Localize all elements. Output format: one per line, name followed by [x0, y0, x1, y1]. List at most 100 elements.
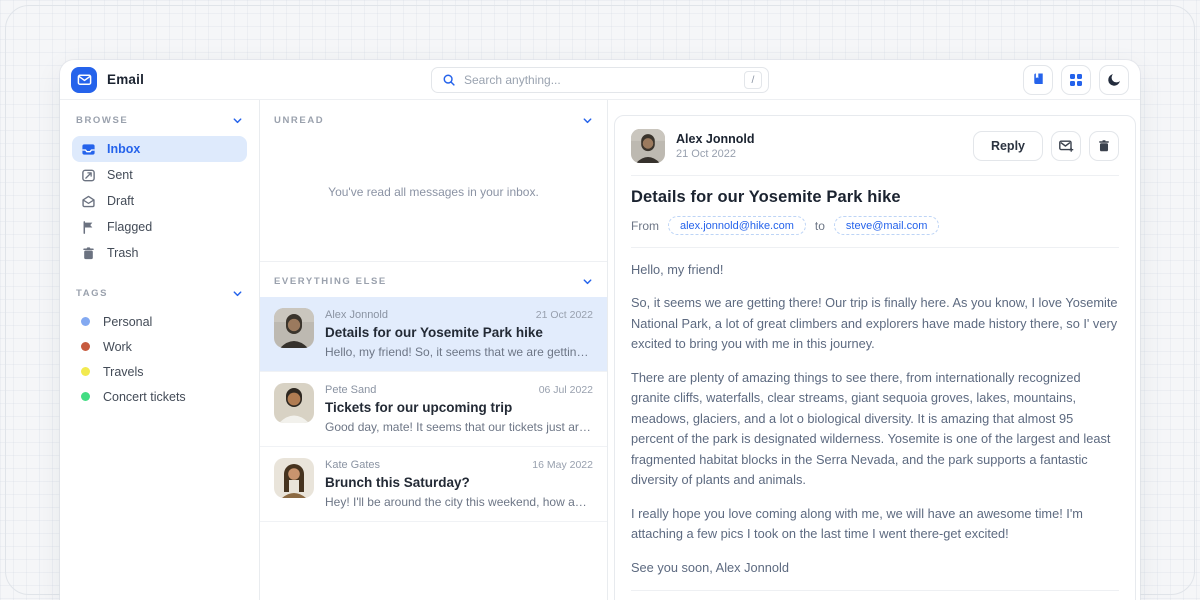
email-sender: Alex Jonnold — [325, 309, 388, 321]
tag-item-concert-tickets[interactable]: Concert tickets — [72, 384, 247, 409]
sidebar-item-label: Draft — [107, 194, 134, 208]
to-label: to — [815, 219, 825, 233]
sidebar-item-label: Sent — [107, 168, 133, 182]
tag-label: Work — [103, 340, 132, 354]
body-paragraph: Hello, my friend! — [631, 260, 1119, 280]
detail-date: 21 Oct 2022 — [676, 148, 973, 160]
avatar — [274, 458, 314, 498]
chevron-down-icon[interactable] — [232, 288, 243, 299]
divider — [631, 590, 1119, 591]
apps-button[interactable] — [1061, 65, 1091, 95]
search-input-container[interactable]: / — [431, 67, 769, 93]
book-icon — [1031, 72, 1046, 87]
email-row-body: Alex Jonnold 21 Oct 2022 Details for our… — [325, 308, 593, 359]
email-row-body: Pete Sand 06 Jul 2022 Tickets for our up… — [325, 383, 593, 434]
top-bar: Email / — [60, 60, 1140, 100]
unread-empty-message: You've read all messages in your inbox. — [260, 126, 607, 261]
page-background: Email / — [0, 0, 1200, 600]
email-sender: Kate Gates — [325, 459, 380, 471]
avatar — [274, 383, 314, 423]
tag-label: Concert tickets — [103, 390, 186, 404]
trash-icon — [1097, 139, 1111, 153]
header-actions — [939, 65, 1129, 95]
from-email-pill[interactable]: alex.jonnold@hike.com — [668, 216, 806, 235]
email-preview: Hey! I'll be around the city this weeken… — [325, 495, 593, 509]
tag-item-work[interactable]: Work — [72, 334, 247, 359]
mark-unread-button[interactable] — [1051, 131, 1081, 161]
detail-header: Alex Jonnold 21 Oct 2022 Reply — [631, 129, 1119, 163]
sidebar-item-label: Trash — [107, 246, 139, 260]
search-icon — [442, 73, 456, 87]
email-date: 16 May 2022 — [532, 459, 593, 471]
chevron-down-icon[interactable] — [582, 276, 593, 287]
trash-icon — [81, 246, 96, 261]
tags-section-header[interactable]: TAGS — [72, 288, 247, 299]
message-list-column: UNREAD You've read all messages in your … — [260, 100, 608, 600]
draft-icon — [81, 194, 96, 209]
body-paragraph: I really hope you love coming along with… — [631, 504, 1119, 545]
tags-group: TAGS Personal Work Travels — [72, 288, 247, 409]
email-app-window: Email / — [60, 60, 1140, 600]
everything-else-section-header[interactable]: EVERYTHING ELSE — [260, 262, 607, 297]
envelope-icon — [1058, 138, 1074, 154]
detail-sender-block: Alex Jonnold 21 Oct 2022 — [676, 132, 973, 160]
sidebar-item-label: Flagged — [107, 220, 152, 234]
to-email-pill[interactable]: steve@mail.com — [834, 216, 939, 235]
tag-item-travels[interactable]: Travels — [72, 359, 247, 384]
chevron-down-icon[interactable] — [232, 115, 243, 126]
from-label: From — [631, 219, 659, 233]
email-row-body: Kate Gates 16 May 2022 Brunch this Satur… — [325, 458, 593, 509]
delete-email-button[interactable] — [1089, 131, 1119, 161]
detail-actions: Reply — [973, 131, 1119, 161]
body-paragraph: There are plenty of amazing things to se… — [631, 368, 1119, 491]
app-brand: Email — [71, 67, 261, 93]
search-input[interactable] — [464, 73, 736, 87]
tag-label: Travels — [103, 365, 144, 379]
email-date: 21 Oct 2022 — [536, 309, 593, 321]
sidebar-item-trash[interactable]: Trash — [72, 240, 247, 266]
everything-else-label: EVERYTHING ELSE — [274, 276, 387, 287]
email-subject: Details for our Yosemite Park hike — [325, 325, 593, 340]
search-shortcut-key: / — [744, 71, 762, 89]
sidebar: BROWSE Inbox Sent — [60, 100, 260, 600]
tag-color-dot — [81, 317, 90, 326]
app-title: Email — [107, 72, 144, 87]
tag-item-personal[interactable]: Personal — [72, 309, 247, 334]
sidebar-item-flagged[interactable]: Flagged — [72, 214, 247, 240]
email-subject: Tickets for our upcoming trip — [325, 400, 593, 415]
email-list-item-alex[interactable]: Alex Jonnold 21 Oct 2022 Details for our… — [260, 297, 607, 372]
search-area: / — [261, 67, 939, 93]
dark-mode-button[interactable] — [1099, 65, 1129, 95]
from-to-row: From alex.jonnold@hike.com to steve@mail… — [631, 216, 1119, 235]
email-list-item-kate[interactable]: Kate Gates 16 May 2022 Brunch this Satur… — [260, 447, 607, 522]
divider — [631, 175, 1119, 176]
email-logo-icon — [71, 67, 97, 93]
email-list-item-pete[interactable]: Pete Sand 06 Jul 2022 Tickets for our up… — [260, 372, 607, 447]
body-paragraph: See you soon, Alex Jonnold — [631, 558, 1119, 578]
tag-color-dot — [81, 367, 90, 376]
apps-grid-icon — [1069, 73, 1083, 87]
book-button[interactable] — [1023, 65, 1053, 95]
detail-subject: Details for our Yosemite Park hike — [631, 188, 1119, 207]
email-detail-card: Alex Jonnold 21 Oct 2022 Reply — [614, 115, 1136, 600]
email-date: 06 Jul 2022 — [539, 384, 593, 396]
sidebar-item-draft[interactable]: Draft — [72, 188, 247, 214]
email-detail-pane: Alex Jonnold 21 Oct 2022 Reply — [608, 100, 1140, 600]
flag-icon — [81, 220, 96, 235]
browse-group: BROWSE Inbox Sent — [72, 115, 247, 266]
sidebar-item-inbox[interactable]: Inbox — [72, 136, 247, 162]
sent-icon — [81, 168, 96, 183]
chevron-down-icon[interactable] — [582, 115, 593, 126]
unread-section-header[interactable]: UNREAD — [260, 100, 607, 126]
reply-button[interactable]: Reply — [973, 131, 1043, 161]
sidebar-item-sent[interactable]: Sent — [72, 162, 247, 188]
body-paragraph: So, it seems we are getting there! Our t… — [631, 293, 1119, 354]
tag-label: Personal — [103, 315, 152, 329]
moon-icon — [1107, 72, 1122, 87]
tag-color-dot — [81, 342, 90, 351]
tags-label: TAGS — [76, 288, 108, 299]
divider — [631, 247, 1119, 248]
unread-label: UNREAD — [274, 115, 324, 126]
unread-section: UNREAD You've read all messages in your … — [260, 100, 607, 262]
browse-section-header[interactable]: BROWSE — [72, 115, 247, 126]
